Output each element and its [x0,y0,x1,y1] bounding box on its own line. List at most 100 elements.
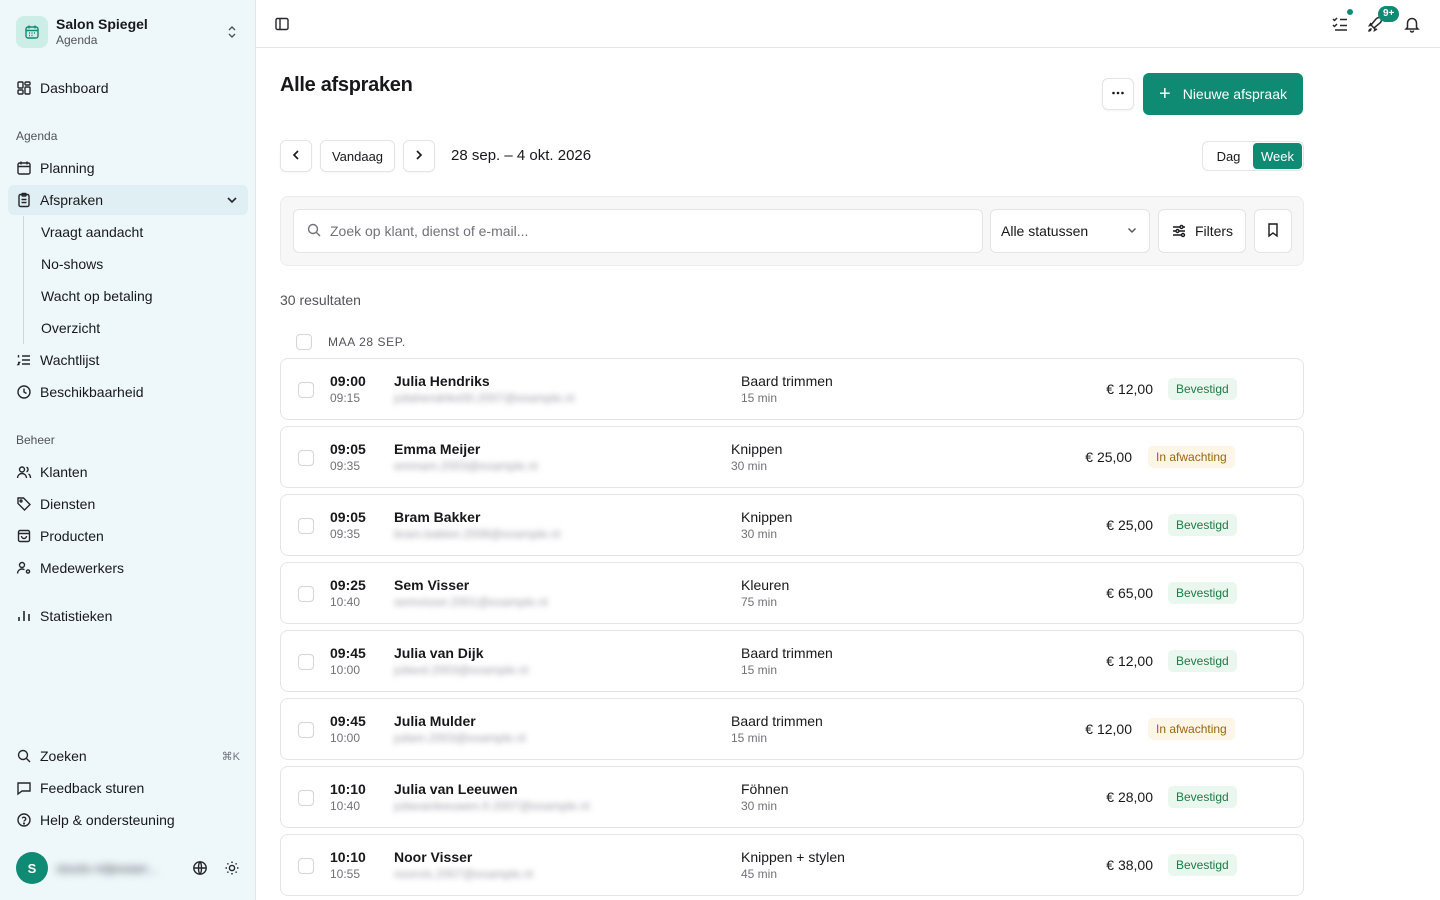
next-week-button[interactable] [403,140,435,172]
client-email: juliavd.2003@example.nl [394,663,529,677]
appointment-row[interactable]: 10:10 10:55 Noor Visser noorvis.2007@exa… [280,834,1304,896]
sidebar-item-producten[interactable]: Producten [8,521,248,551]
status-badge: Bevestigd [1168,514,1237,536]
list-ordered-icon [16,352,32,368]
status-badge: Bevestigd [1168,378,1237,400]
start-time: 10:10 [330,781,366,797]
more-options-button[interactable] [1102,78,1134,110]
sun-icon[interactable] [216,852,248,884]
workspace-switcher[interactable]: Salon Spiegel Agenda [8,8,248,56]
sidebar-item-label: Diensten [40,496,96,512]
sidebar-item-wachtlijst[interactable]: Wachtlijst [8,345,248,375]
start-time: 09:05 [330,509,366,525]
client-name: Bram Bakker [394,509,481,525]
service-duration: 30 min [731,459,768,473]
saved-views-button[interactable] [1254,209,1292,253]
notification-dot [1346,8,1354,16]
user-email: stoots-ridjewaer... [56,860,158,876]
row-checkbox[interactable] [298,382,314,398]
new-appointment-label: Nieuwe afspraak [1182,86,1287,102]
sidebar-item-beschikbaarheid[interactable]: Beschikbaarheid [8,377,248,407]
appointment-row[interactable]: 09:05 09:35 Emma Meijer emmam.2003@examp… [280,426,1304,488]
service-duration: 15 min [741,663,778,677]
price: € 12,00 [1106,381,1153,397]
service-name: Knippen [741,509,793,525]
tasks-checklist-icon[interactable] [1328,8,1354,36]
today-button[interactable]: Vandaag [320,140,395,172]
start-time: 09:25 [330,577,366,593]
avatar[interactable]: S [16,852,48,884]
appointment-row[interactable]: 09:45 10:00 Julia Mulder juliam.2003@exa… [280,698,1304,760]
client-name: Emma Meijer [394,441,481,457]
sidebar-item-medewerkers[interactable]: Medewerkers [8,553,248,583]
day-header: MAA 28 SEP. [296,334,406,350]
bell-icon[interactable] [1400,12,1424,36]
service-duration: 45 min [741,867,778,881]
view-week-option[interactable]: Week [1253,143,1302,169]
status-badge: In afwachting [1148,446,1235,468]
topbar: 9+ [256,0,1440,48]
sidebar-item-help[interactable]: Help & ondersteuning [8,805,248,835]
new-appointment-button[interactable]: + Nieuwe afspraak [1143,73,1303,115]
sidebar-item-dashboard[interactable]: Dashboard [8,73,248,103]
sidebar-item-statistieken[interactable]: Statistieken [8,601,248,631]
appointment-row[interactable]: 09:00 09:15 Julia Hendriks juliahendriks… [280,358,1304,420]
sidebar-subitem-wacht-op-betaling[interactable]: Wacht op betaling [33,282,233,310]
sidebar-subitem-overzicht[interactable]: Overzicht [33,314,233,342]
appointment-row[interactable]: 10:10 10:40 Julia van Leeuwen juliavanle… [280,766,1304,828]
brand-name: Salon Spiegel [56,16,148,32]
sidebar: Salon Spiegel Agenda Dashboard Agenda Pl… [0,0,256,900]
service-name: Knippen + stylen [741,849,845,865]
client-email: juliavanleeuwen.fr.2007@example.nl [394,799,590,813]
price: € 12,00 [1085,721,1132,737]
day-label: MAA 28 SEP. [328,335,406,349]
rocket-icon[interactable]: 9+ [1364,6,1400,36]
client-email: noorvis.2007@example.nl [394,867,533,881]
row-checkbox[interactable] [298,858,314,874]
sidebar-item-diensten[interactable]: Diensten [8,489,248,519]
sidebar-item-klanten[interactable]: Klanten [8,457,248,487]
search-input[interactable] [330,223,970,239]
sidebar-subitem-vraagt-aandacht[interactable]: Vraagt aandacht [33,218,233,246]
select-day-checkbox[interactable] [296,334,312,350]
status-badge: In afwachting [1148,718,1235,740]
row-checkbox[interactable] [298,654,314,670]
sidebar-item-feedback[interactable]: Feedback sturen [8,773,248,803]
start-time: 09:05 [330,441,366,457]
row-checkbox[interactable] [298,722,314,738]
message-square-icon [16,780,32,796]
globe-icon[interactable] [184,852,216,884]
sidebar-subitem-no-shows[interactable]: No-shows [33,250,233,278]
submenu-line [23,216,24,344]
sidebar-item-label: Feedback sturen [40,780,145,796]
client-email: juliam.2003@example.nl [394,731,526,745]
row-checkbox[interactable] [298,518,314,534]
client-email: bram.bakker.2008@example.nl [394,527,561,541]
client-name: Julia van Dijk [394,645,484,661]
filters-button[interactable]: Filters [1158,209,1246,253]
notification-count-badge: 9+ [1378,6,1400,22]
sidebar-item-afspraken[interactable]: Afspraken [8,185,248,215]
view-toggle: Dag Week [1202,141,1304,171]
end-time: 10:40 [330,595,361,609]
view-day-option[interactable]: Dag [1204,143,1253,169]
start-time: 09:45 [330,645,366,661]
end-time: 09:35 [330,459,361,473]
sidebar-item-planning[interactable]: Planning [8,153,248,183]
client-name: Julia Mulder [394,713,476,729]
appointment-row[interactable]: 09:05 09:35 Bram Bakker bram.bakker.2008… [280,494,1304,556]
status-select[interactable]: Alle statussen [990,209,1150,253]
user-menu[interactable]: S stoots-ridjewaer... [16,852,248,884]
sidebar-toggle-icon[interactable] [270,12,294,36]
row-checkbox[interactable] [298,790,314,806]
client-name: Sem Visser [394,577,470,593]
sidebar-item-label: Help & ondersteuning [40,812,175,828]
previous-week-button[interactable] [280,140,312,172]
row-checkbox[interactable] [298,450,314,466]
search-field[interactable] [293,209,983,253]
appointment-row[interactable]: 09:45 10:00 Julia van Dijk juliavd.2003@… [280,630,1304,692]
sidebar-item-zoeken[interactable]: Zoeken ⌘K [8,741,248,771]
service-duration: 15 min [741,391,778,405]
row-checkbox[interactable] [298,586,314,602]
appointment-row[interactable]: 09:25 10:40 Sem Visser semvisser.2001@ex… [280,562,1304,624]
